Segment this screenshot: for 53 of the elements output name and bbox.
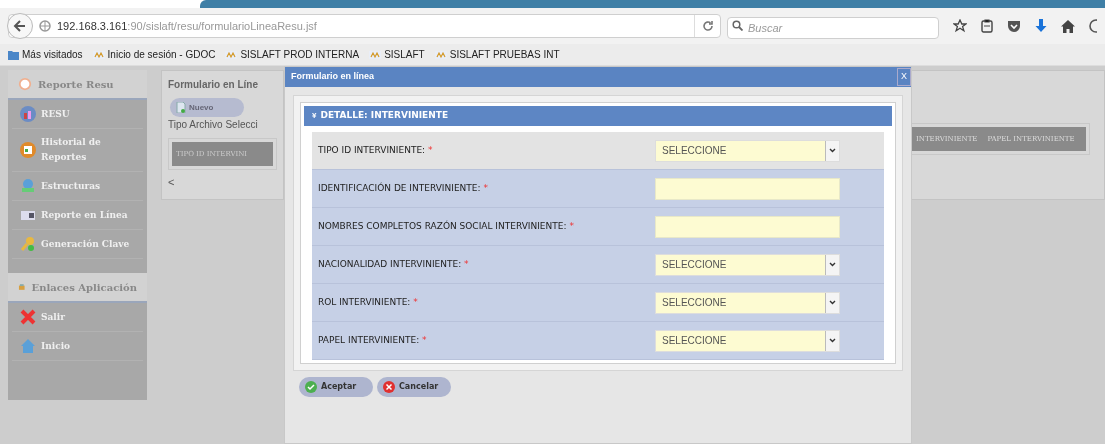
new-button[interactable]: Nuevo — [170, 98, 244, 117]
select-field[interactable]: SELECCIONE — [655, 139, 840, 162]
key-icon — [20, 236, 36, 252]
close-button[interactable]: X — [897, 68, 911, 86]
check-circle-icon — [305, 381, 317, 393]
select-field[interactable]: SELECCIONE — [655, 253, 840, 276]
home-icon[interactable] — [1061, 19, 1075, 33]
bookmark-link[interactable]: Inicio de sesión - GDOC — [92, 47, 216, 62]
field-label: ROL INTERVINIENTE: * — [318, 295, 418, 309]
field-label: NACIONALIDAD INTERVINIENTE: * — [318, 257, 469, 271]
field-label: IDENTIFICACIÓN DE INTERVINIENTE: * — [318, 181, 488, 195]
select-field[interactable]: SELECCIONE — [655, 329, 840, 352]
bookmark-link[interactable]: SISLAFT PROD INTERNA — [225, 47, 360, 62]
exit-icon — [20, 309, 36, 325]
panel-title: Formulario en Líne — [167, 78, 259, 92]
collapse-toggle[interactable]: ¥ — [312, 110, 317, 122]
input-field[interactable] — [655, 215, 840, 238]
chevron-down-icon — [829, 338, 836, 343]
scroll-left-arrow[interactable]: < — [162, 174, 283, 191]
chevron-down-icon — [829, 300, 836, 305]
folder-icon — [8, 49, 19, 60]
calendar-icon — [20, 142, 36, 158]
document-icon — [176, 102, 186, 113]
accept-button[interactable]: Aceptar — [299, 377, 373, 397]
bookmark-icon — [225, 50, 238, 59]
chevron-down-icon — [829, 262, 836, 267]
file-type-label: Tipo Archivo Selecci — [167, 118, 259, 132]
field-label: PAPEL INTERVINIENTE: * — [318, 333, 427, 347]
bookmark-link[interactable]: SISLAFT — [369, 47, 425, 62]
star-icon[interactable] — [953, 19, 967, 33]
back-arrow-icon — [13, 19, 27, 33]
reload-icon — [701, 20, 714, 32]
home-icon — [20, 338, 36, 354]
globe-icon — [39, 20, 51, 32]
bookmark-link[interactable]: SISLAFT PRUEBAS INT — [434, 47, 560, 62]
clipboard-icon[interactable] — [981, 19, 993, 33]
bookmark-icon — [92, 50, 105, 59]
back-button[interactable] — [7, 13, 33, 39]
download-icon[interactable] — [1035, 19, 1047, 33]
select-field[interactable]: SELECCIONE — [655, 291, 840, 314]
input-field[interactable] — [655, 177, 840, 200]
bookmark-icon — [434, 50, 447, 59]
search-field[interactable]: Buscar — [727, 17, 939, 39]
dialog-title: Formulario en línea — [291, 70, 375, 84]
field-label: TIPO ID INTERVINIENTE: * — [318, 143, 433, 157]
field-label: NOMBRES COMPLETOS RAZÓN SOCIAL INTERVINIENTE: * — [318, 219, 574, 233]
bookmark-link[interactable]: Más visitados — [8, 47, 83, 62]
section-title: DETALLE: INTERVINIENTE — [320, 109, 449, 123]
cancel-button[interactable]: Cancelar — [377, 377, 451, 397]
chevron-down-icon — [829, 148, 836, 153]
bookmark-icon — [369, 50, 382, 59]
pocket-icon[interactable] — [1007, 19, 1021, 33]
x-circle-icon — [383, 381, 395, 393]
